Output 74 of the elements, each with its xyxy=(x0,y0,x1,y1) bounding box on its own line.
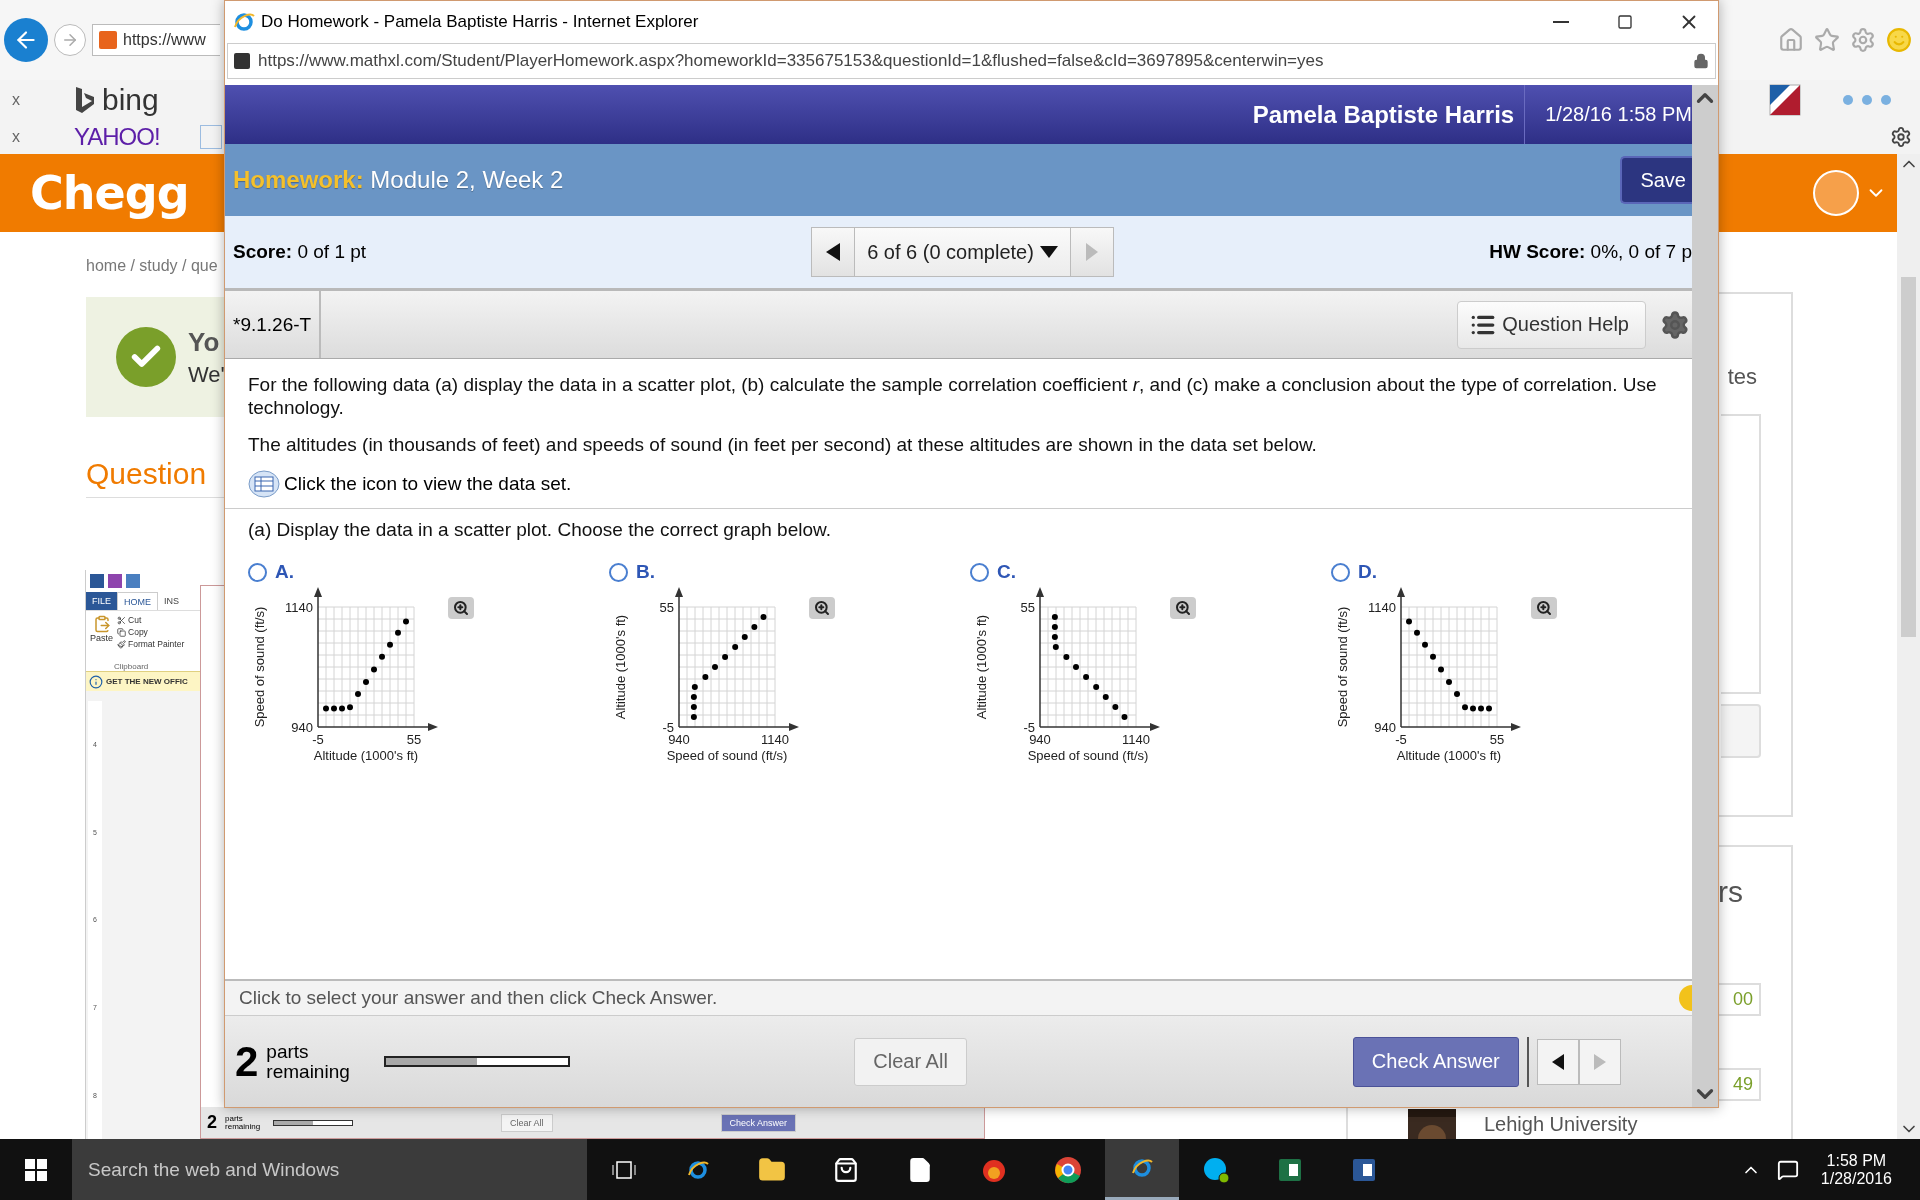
window-title: Do Homework - Pamela Baptiste Harris - Internet Explorer xyxy=(261,12,700,32)
answer-radio[interactable]: C. xyxy=(970,561,1331,583)
data-set-link[interactable]: Click the icon to view the data set. xyxy=(284,473,572,495)
tick-label: 55 xyxy=(1020,600,1035,615)
question-dropdown[interactable]: 6 of 6 (0 complete) xyxy=(855,227,1070,277)
question-id: *9.1.26-T xyxy=(225,291,322,358)
score-text: Score: 0 of 1 pt xyxy=(233,241,367,263)
hw-score-text: HW Score: 0%, 0 of 7 p xyxy=(1489,241,1692,263)
favorite-link[interactable]: bing xyxy=(102,83,159,117)
homework-title: Homework: Module 2, Week 2 xyxy=(233,166,564,194)
address-field[interactable]: https://www xyxy=(92,24,220,56)
student-name: Pamela Baptiste Harris xyxy=(1252,100,1516,129)
banner-text: GET THE NEW OFFIC xyxy=(106,677,188,686)
instruction-text: Click to select your answer and then click Check Answer. xyxy=(239,987,718,1009)
search-field[interactable]: Search the web and Windows xyxy=(72,1139,587,1200)
card-heading: tes xyxy=(1727,364,1758,390)
answer-radio[interactable]: B. xyxy=(609,561,970,583)
tick-label: 940 xyxy=(1374,720,1396,735)
x-axis-label: Altitude (1000's ft) xyxy=(1396,748,1502,763)
tick-label: 55 xyxy=(1489,732,1505,747)
tick-label: -5 xyxy=(1395,732,1407,747)
question-text: The altitudes (in thousands of feet) and speeds of sound (in feet per second) at these altitudes are shown in the data set below. xyxy=(248,433,1318,456)
question-text: For the following data (a) display the data in a scatter plot, (b) calculate the sample correlation coefficient r, and (c) make a conclusion about the type of correlation. Use technology. xyxy=(248,373,1658,419)
answer-radio[interactable]: A. xyxy=(248,561,609,583)
ribbon-tab[interactable]: HOME xyxy=(117,592,158,610)
close-button[interactable]: x xyxy=(4,91,28,109)
answer-radio[interactable]: D. xyxy=(1331,561,1692,583)
x-axis-label: Speed of sound (ft/s) xyxy=(1027,748,1149,763)
clear-all-button[interactable]: Clear All xyxy=(501,1113,553,1132)
y-axis-label: Speed of sound (ft/s) xyxy=(1335,606,1350,728)
ribbon-tab[interactable]: FILE xyxy=(86,592,117,610)
tick-label: -5 xyxy=(312,732,324,747)
tick-label: 1140 xyxy=(1122,732,1150,747)
save-button[interactable]: Save xyxy=(1620,156,1692,204)
ribbon-command[interactable]: Cut xyxy=(117,615,185,625)
parts-count: 2 xyxy=(235,1037,259,1086)
favorite-link[interactable]: YAHOO! xyxy=(74,123,160,151)
address-field[interactable]: https://www.mathxl.com/Student/PlayerHomework.aspx?homeworkId=335675153&questionId=1&flushed=false&cId=3697895&centerwin=yes xyxy=(227,43,1716,79)
y-axis-label: Speed of sound (ft/s) xyxy=(252,606,267,728)
close-button[interactable]: x xyxy=(4,128,28,146)
clock[interactable]: 1:58 PM 1/28/2016 xyxy=(1814,1150,1898,1189)
tick-label: -5 xyxy=(662,720,674,735)
y-axis-label: Altitude (1000's ft) xyxy=(974,614,989,720)
ribbon-command[interactable]: Format Painter xyxy=(117,639,185,649)
tick-label: -5 xyxy=(1023,720,1035,735)
y-axis-label: Altitude (1000's ft) xyxy=(613,614,628,720)
parts-label: parts remaining xyxy=(225,1114,262,1131)
parts-label: parts remaining xyxy=(266,1041,351,1082)
ribbon-command[interactable]: Copy xyxy=(117,627,185,637)
school-name: Lehigh University xyxy=(1484,1112,1638,1136)
tick-label: 1140 xyxy=(285,600,313,615)
tick-label: 940 xyxy=(668,732,690,747)
x-axis-label: Altitude (1000's ft) xyxy=(313,748,419,763)
notice-text: We' xyxy=(188,361,225,388)
parts-count: 2 xyxy=(207,1112,217,1133)
tick-label: 1140 xyxy=(761,732,789,747)
card-heading: rs xyxy=(1718,875,1744,909)
group-label: Clipboard xyxy=(113,662,150,671)
notice-title: Yo xyxy=(188,326,221,358)
check-answer-button[interactable]: Check Answer xyxy=(720,1113,797,1132)
tick-label: 1140 xyxy=(1368,600,1396,615)
breadcrumb: home / study / que xyxy=(86,257,219,275)
x-axis-label: Speed of sound (ft/s) xyxy=(666,748,788,763)
tick-label: 55 xyxy=(406,732,422,747)
tick-label: 55 xyxy=(659,600,674,615)
tick-label: 940 xyxy=(291,720,313,735)
question-help-button[interactable]: Question Help xyxy=(1457,300,1646,349)
tick-label: 940 xyxy=(1029,732,1051,747)
url-text: https://www.mathxl.com/Student/PlayerHomework.aspx?homeworkId=335675153&questionId=1&flushed=false&cId=3697895&centerwin=yes xyxy=(258,51,1325,71)
clear-all-button[interactable]: Clear All xyxy=(854,1037,967,1086)
check-answer-button[interactable]: Check Answer xyxy=(1352,1036,1519,1087)
date-time: 1/28/16 1:58 PM xyxy=(1544,103,1692,126)
part-prompt: (a) Display the data in a scatter plot. Choose the correct graph below. xyxy=(248,519,832,541)
paste-button[interactable]: Paste xyxy=(90,615,113,658)
